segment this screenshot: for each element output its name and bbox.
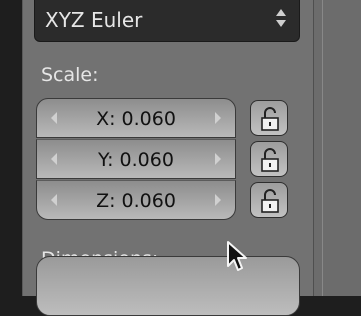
- scale-y-field[interactable]: Y: 0.060: [36, 139, 236, 179]
- scale-x-field[interactable]: X: 0.060: [36, 98, 236, 138]
- lock-scale-z-toggle[interactable]: [250, 182, 288, 218]
- lock-scale-y-toggle[interactable]: [250, 141, 288, 177]
- unlocked-padlock-icon: [261, 107, 279, 131]
- right-arrow-icon[interactable]: [215, 194, 221, 206]
- unlocked-padlock-icon: [261, 189, 279, 213]
- up-down-chevron-icon: [275, 6, 287, 30]
- scale-z-field[interactable]: Z: 0.060: [36, 180, 236, 220]
- scale-y-value: Y: 0.060: [98, 149, 174, 171]
- lock-scale-x-toggle[interactable]: [250, 100, 288, 136]
- rotation-mode-dropdown[interactable]: XYZ Euler: [34, 0, 300, 42]
- dimensions-x-field[interactable]: [36, 256, 300, 316]
- scale-x-value: X: 0.060: [96, 108, 176, 130]
- panel-edge: [313, 0, 361, 296]
- scale-z-value: Z: 0.060: [96, 190, 176, 212]
- right-arrow-icon[interactable]: [215, 112, 221, 124]
- unlocked-padlock-icon: [261, 148, 279, 172]
- scale-label: Scale:: [41, 64, 99, 86]
- mouse-pointer-icon: [226, 240, 248, 278]
- rotation-mode-value: XYZ Euler: [45, 8, 143, 32]
- right-arrow-icon[interactable]: [215, 153, 221, 165]
